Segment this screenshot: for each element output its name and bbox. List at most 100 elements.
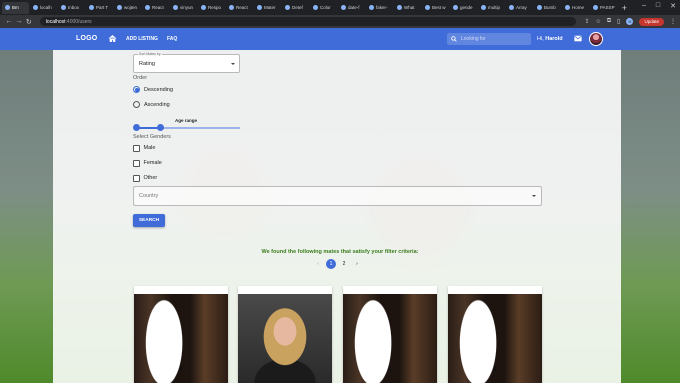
favicon-icon xyxy=(229,5,234,10)
radio-ascending[interactable] xyxy=(133,101,140,108)
browser-tab[interactable]: Array xyxy=(506,2,533,14)
browser-tab[interactable]: Mater xyxy=(254,2,281,14)
browser-tab[interactable]: Part T xyxy=(86,2,113,14)
mate-card[interactable] xyxy=(448,286,542,383)
browser-tab[interactable]: Bumb xyxy=(534,2,561,14)
favicon-icon xyxy=(537,5,542,10)
country-select[interactable]: Country xyxy=(133,186,542,206)
browser-tab[interactable]: React xyxy=(142,2,169,14)
browser-tab[interactable]: Detef xyxy=(282,2,309,14)
order-option-label: Ascending xyxy=(144,101,170,108)
browser-tab[interactable]: multip xyxy=(478,2,505,14)
pagination: ‹ 1 2 › xyxy=(313,259,362,269)
sort-value: Rating xyxy=(139,61,155,67)
results-message: We found the following mates that satisf… xyxy=(261,249,419,255)
checkbox-other[interactable] xyxy=(133,175,140,182)
logo[interactable]: LOGO xyxy=(76,35,97,42)
tab-label: gende xyxy=(460,5,473,10)
share-icon[interactable]: ⇪ xyxy=(584,18,589,25)
country-placeholder: Country xyxy=(139,193,159,199)
nav-add-listing[interactable]: ADD LISTING xyxy=(126,36,158,42)
order-ascending[interactable]: Ascending xyxy=(133,101,170,108)
browser-tab[interactable]: Color xyxy=(310,2,337,14)
radio-descending[interactable] xyxy=(133,86,140,93)
browser-tab[interactable]: gende xyxy=(450,2,477,14)
favicon-icon xyxy=(173,5,178,10)
browser-tab[interactable]: Home xyxy=(562,2,589,14)
browser-tab[interactable]: faker- xyxy=(366,2,393,14)
maximize-icon[interactable]: □ xyxy=(656,2,660,10)
favicon-icon xyxy=(565,5,570,10)
page-1-button[interactable]: 1 xyxy=(326,259,336,269)
tab-label: date-f xyxy=(348,5,360,10)
mate-card[interactable] xyxy=(134,286,228,383)
tab-label: faker- xyxy=(376,5,388,10)
home-icon[interactable] xyxy=(108,34,117,43)
age-slider-max-thumb[interactable] xyxy=(157,124,164,131)
browser-tab[interactable]: Inbox xyxy=(58,2,85,14)
mate-card[interactable] xyxy=(238,286,332,383)
reload-icon[interactable]: ↻ xyxy=(24,18,34,26)
favicon-icon xyxy=(593,5,598,10)
tab-list: Bm localh Inbox Part T wojten React vinyun Resp… xyxy=(2,1,619,14)
url-path: :4000/users xyxy=(65,18,92,25)
close-icon[interactable]: ✕ xyxy=(670,2,676,10)
menu-kebab-icon[interactable]: ⋮ xyxy=(670,18,676,25)
gender-female[interactable]: Female xyxy=(133,160,162,167)
search-button[interactable]: SEARCH xyxy=(133,214,165,227)
forward-icon[interactable]: → xyxy=(14,18,24,25)
favicon-icon xyxy=(285,5,290,10)
tab-label: React xyxy=(152,5,164,10)
favicon-icon xyxy=(5,5,10,10)
minimize-icon[interactable]: – xyxy=(642,2,646,10)
user-name: Harold xyxy=(545,36,563,42)
browser-tab[interactable]: PASSP xyxy=(590,2,618,14)
gender-other[interactable]: Other xyxy=(133,175,157,182)
tab-label: Best w xyxy=(432,5,446,10)
favicon-icon xyxy=(369,5,374,10)
header-search[interactable] xyxy=(447,33,531,45)
tab-label: Mater xyxy=(264,5,276,10)
extensions-icon[interactable]: ⧉ xyxy=(607,18,611,25)
back-icon[interactable]: ← xyxy=(4,18,14,25)
age-slider-min-thumb[interactable] xyxy=(133,124,140,131)
age-range-label: Age range xyxy=(175,118,198,123)
mail-icon[interactable] xyxy=(574,35,582,42)
tab-label: Respo xyxy=(208,5,222,10)
browser-tab[interactable]: React xyxy=(226,2,253,14)
profile-avatar[interactable]: H xyxy=(626,18,634,25)
gender-option-label: Female xyxy=(143,160,162,167)
tab-label: Detef xyxy=(292,5,303,10)
nav-faq[interactable]: FAQ xyxy=(167,36,177,42)
favicon-icon xyxy=(117,5,122,10)
search-input[interactable] xyxy=(461,36,521,42)
favicon-icon xyxy=(509,5,514,10)
mate-card[interactable] xyxy=(343,286,437,383)
tab-label: multip xyxy=(488,5,501,10)
browser-tab[interactable]: localh xyxy=(30,2,57,14)
checkbox-female[interactable] xyxy=(133,160,140,167)
page-2-button[interactable]: 2 xyxy=(339,259,349,269)
gender-male[interactable]: Male xyxy=(133,145,155,152)
toolbar-icons: ⇪ ☆ ⧉ ▯ H Update ⋮ xyxy=(584,17,676,26)
address-bar[interactable]: localhost:4000/users xyxy=(39,17,577,26)
next-page-icon[interactable]: › xyxy=(352,259,362,269)
browser-tab[interactable]: wojten xyxy=(114,2,141,14)
prev-page-icon[interactable]: ‹ xyxy=(313,259,323,269)
browser-tab[interactable]: Respo xyxy=(198,2,225,14)
bookmark-star-icon[interactable]: ☆ xyxy=(595,18,600,25)
user-avatar[interactable] xyxy=(589,32,603,46)
sort-select[interactable]: Sort Mates by Rating xyxy=(133,52,240,73)
browser-tab[interactable]: What xyxy=(394,2,421,14)
browser-tab[interactable]: Bm xyxy=(2,1,29,14)
browser-tab[interactable]: date-f xyxy=(338,2,365,14)
browser-tab[interactable]: Best w xyxy=(422,2,449,14)
tab-label: Part T xyxy=(96,5,109,10)
update-button[interactable]: Update xyxy=(639,17,664,26)
new-tab-button[interactable]: + xyxy=(622,3,627,13)
order-descending[interactable]: Descending xyxy=(133,86,173,93)
user-greeting: Hi, Harold xyxy=(537,36,563,42)
browser-tab[interactable]: vinyun xyxy=(170,2,197,14)
sidepanel-icon[interactable]: ▯ xyxy=(617,18,620,25)
checkbox-male[interactable] xyxy=(133,145,140,152)
